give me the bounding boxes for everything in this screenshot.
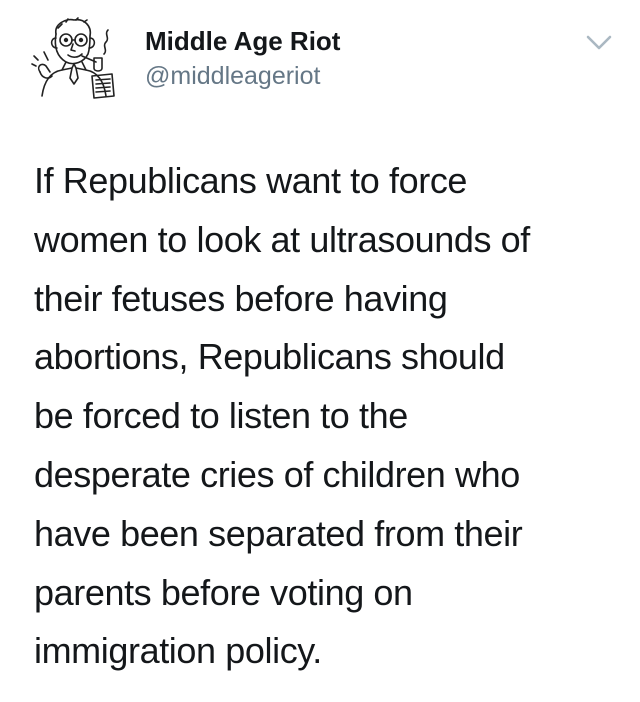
tweet-menu-button[interactable]: [582, 30, 616, 54]
tweet-text-line: abortions, Republicans should: [34, 336, 505, 378]
tweet-card: Middle Age Riot @middleageriot If Republ…: [0, 0, 640, 702]
tweet-text-line: desperate cries of children who: [34, 453, 520, 495]
user-info: Middle Age Riot @middleageriot: [145, 26, 340, 92]
tweet-text-line: have been separated from their: [34, 512, 523, 554]
tweet-text-line: women to look at ultrasounds of: [34, 218, 530, 260]
tweet-text-line: parents before voting on: [34, 571, 413, 613]
tweet-text: If Republicans want to force women to lo…: [34, 152, 624, 681]
cartoon-man-with-pipe-avatar-icon: [31, 17, 115, 99]
avatar[interactable]: [26, 12, 126, 108]
author-display-name[interactable]: Middle Age Riot: [145, 26, 340, 56]
tweet-text-line: their fetuses before having: [34, 277, 448, 319]
tweet-text-line: be forced to listen to the: [34, 395, 408, 437]
chevron-down-icon: [586, 35, 612, 50]
tweet-text-line: immigration policy.: [34, 630, 322, 672]
tweet-text-line: If Republicans want to force: [34, 160, 468, 201]
author-handle[interactable]: @middleageriot: [145, 60, 340, 92]
